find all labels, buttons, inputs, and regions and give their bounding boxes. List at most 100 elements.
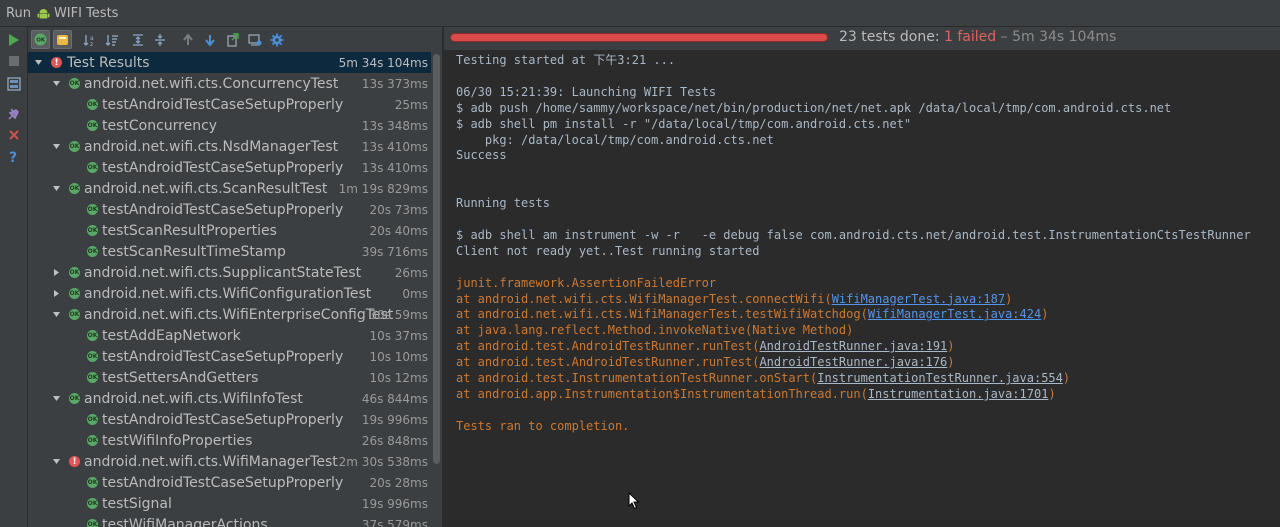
console-output[interactable]: Testing started at 下午3:21 ... 06/30 15:21… (444, 50, 1280, 527)
show-ignored-toggle[interactable] (53, 30, 72, 49)
test-name: testAndroidTestCaseSetupProperly (102, 201, 344, 218)
tree-scrollbar-thumb[interactable] (433, 54, 440, 464)
stacktrace-link[interactable]: InstrumentationTestRunner.java:554 (817, 371, 1063, 385)
console-text: junit.framework.AssertionFailedError (456, 275, 717, 290)
run-icon[interactable] (5, 31, 23, 49)
svg-text:z: z (90, 41, 93, 47)
test-class-row[interactable]: ! android.net.wifi.cts.WifiManagerTest 2m … (28, 451, 431, 472)
console-text: Tests ran to completion. (456, 418, 630, 433)
sort-alpha-icon[interactable]: az (80, 30, 99, 49)
test-method-row[interactable]: OK testScanResultProperties 20s 40ms (28, 220, 431, 241)
console-text: $ adb shell pm install -r "/data/local/t… (456, 116, 912, 131)
show-passed-toggle[interactable]: OK (31, 30, 50, 49)
test-method-row[interactable]: OK testWifiInfoProperties 26s 848ms (28, 430, 431, 451)
close-icon[interactable] (5, 126, 23, 144)
console-text: Testing started at 下午3:21 ... (456, 53, 676, 67)
collapse-all-icon[interactable] (150, 30, 169, 49)
console-line: Testing started at 下午3:21 ... (456, 52, 675, 68)
test-name: testScanResultTimeStamp (102, 243, 286, 260)
test-class-row[interactable]: OK android.net.wifi.cts.WifiEnterpriseCon… (28, 304, 431, 325)
expand-arrow-icon[interactable] (51, 457, 61, 467)
tree-root[interactable]: ! Test Results 5m 34s 104ms (28, 52, 431, 73)
test-name: testSignal (102, 495, 172, 512)
previous-failed-icon[interactable] (178, 30, 197, 49)
title-bar: Run WIFI Tests (0, 0, 1280, 27)
test-results-tree: ! Test Results 5m 34s 104ms OK android.net.w… (28, 52, 431, 527)
test-class-row[interactable]: OK android.net.wifi.cts.WifiInfoTest 46s 8… (28, 388, 431, 409)
test-duration: 13s 348ms (361, 118, 428, 133)
test-method-row[interactable]: OK testAndroidTestCaseSetupProperly 20s 73… (28, 199, 431, 220)
stacktrace-link[interactable]: WifiManagerTest.java:187 (832, 292, 1005, 306)
test-class-row[interactable]: OK android.net.wifi.cts.NsdManagerTest 13s… (28, 136, 431, 157)
test-passed-icon: OK (87, 351, 98, 362)
stacktrace-link[interactable]: AndroidTestRunner.java:191 (759, 339, 947, 353)
test-method-row[interactable]: OK testAndroidTestCaseSetupProperly 19s 99… (28, 409, 431, 430)
test-duration: 25ms (394, 97, 428, 112)
test-method-row[interactable]: OK testAndroidTestCaseSetupProperly 25ms (28, 94, 431, 115)
collapse-arrow-icon[interactable] (51, 268, 61, 278)
stacktrace-link[interactable]: AndroidTestRunner.java:176 (759, 355, 947, 369)
expand-arrow-icon[interactable] (51, 310, 61, 320)
test-progress-fill (451, 34, 827, 41)
tests-duration-text: – 5m 34s 104ms (1000, 29, 1117, 45)
expand-arrow-icon[interactable] (33, 58, 43, 68)
test-method-row[interactable]: OK testAndroidTestCaseSetupProperly 13s 41… (28, 157, 431, 178)
test-class-row[interactable]: OK android.net.wifi.cts.SupplicantStateTe… (28, 262, 431, 283)
settings-icon[interactable] (267, 30, 286, 49)
pin-icon[interactable] (5, 105, 23, 123)
import-icon[interactable] (245, 30, 264, 49)
expand-arrow-icon[interactable] (51, 142, 61, 152)
console-line: at android.test.AndroidTestRunner.runTes… (456, 338, 955, 354)
console-line: Running tests (456, 195, 550, 211)
test-method-row[interactable]: OK testConcurrency 13s 348ms (28, 115, 431, 136)
test-method-row[interactable]: OK testSignal 19s 996ms (28, 493, 431, 514)
test-duration: 2m 30s 538ms (338, 454, 428, 469)
stacktrace-link[interactable]: Instrumentation.java:1701 (868, 387, 1049, 401)
test-class-row[interactable]: OK android.net.wifi.cts.WifiConfiguration… (28, 283, 431, 304)
console-text: Running tests (456, 196, 550, 211)
stacktrace-link[interactable]: WifiManagerTest.java:424 (868, 307, 1041, 321)
android-icon (37, 8, 50, 18)
test-status-bar: 23 tests done: 1 failed – 5m 34s 104ms (444, 27, 1280, 50)
console-text: at android.test.InstrumentationTestRunne… (456, 371, 818, 385)
expand-arrow-icon[interactable] (51, 79, 61, 89)
test-method-row[interactable]: OK testAddEapNetwork 10s 37ms (28, 325, 431, 346)
console-line: Success (456, 147, 507, 163)
test-passed-icon: OK (87, 120, 98, 131)
test-duration: 26ms (394, 265, 428, 280)
test-passed-icon: OK (87, 225, 98, 236)
test-passed-icon: OK (69, 183, 80, 194)
sort-duration-icon[interactable] (102, 30, 121, 49)
test-name: android.net.wifi.cts.NsdManagerTest (84, 138, 339, 155)
tests-failed-text: 1 failed (944, 29, 997, 45)
layout-icon[interactable] (5, 75, 23, 93)
tree-scrollbar[interactable] (431, 52, 442, 527)
console-line: pkg: /data/local/tmp/com.android.cts.net (456, 132, 774, 148)
expand-all-icon[interactable] (128, 30, 147, 49)
console-line: $ adb shell am instrument -w -r -e debug… (456, 227, 1251, 243)
test-method-row[interactable]: OK testWifiManagerActions 37s 579ms (28, 514, 431, 527)
run-label: Run (6, 5, 31, 21)
test-method-row[interactable]: OK testAndroidTestCaseSetupProperly 10s 10… (28, 346, 431, 367)
next-failed-icon[interactable] (200, 30, 219, 49)
console-text: pkg: /data/local/tmp/com.android.cts.net (456, 132, 774, 147)
test-duration: 10s 37ms (369, 328, 428, 343)
console-line: at android.net.wifi.cts.WifiManagerTest.… (456, 306, 1048, 322)
stop-icon[interactable] (5, 52, 23, 70)
expand-arrow-icon[interactable] (51, 394, 61, 404)
test-method-row[interactable]: OK testScanResultTimeStamp 39s 716ms (28, 241, 431, 262)
collapse-arrow-icon[interactable] (51, 289, 61, 299)
svg-text:?: ? (9, 150, 17, 164)
console-text: at android.net.wifi.cts.WifiManagerTest.… (456, 291, 832, 306)
help-icon[interactable]: ? (5, 148, 23, 166)
console-text-tail: ) (947, 339, 955, 354)
test-method-row[interactable]: OK testAndroidTestCaseSetupProperly 20s 28… (28, 472, 431, 493)
test-class-row[interactable]: OK android.net.wifi.cts.ScanResultTest 1m … (28, 178, 431, 199)
mouse-cursor (628, 492, 640, 510)
expand-arrow-icon[interactable] (51, 184, 61, 194)
test-method-row[interactable]: OK testSettersAndGetters 10s 12ms (28, 367, 431, 388)
export-icon[interactable] (223, 30, 242, 49)
test-class-row[interactable]: OK android.net.wifi.cts.ConcurrencyTest 13… (28, 73, 431, 94)
test-name: testWifiManagerActions (102, 516, 268, 527)
console-scrollbar[interactable] (1267, 50, 1280, 527)
